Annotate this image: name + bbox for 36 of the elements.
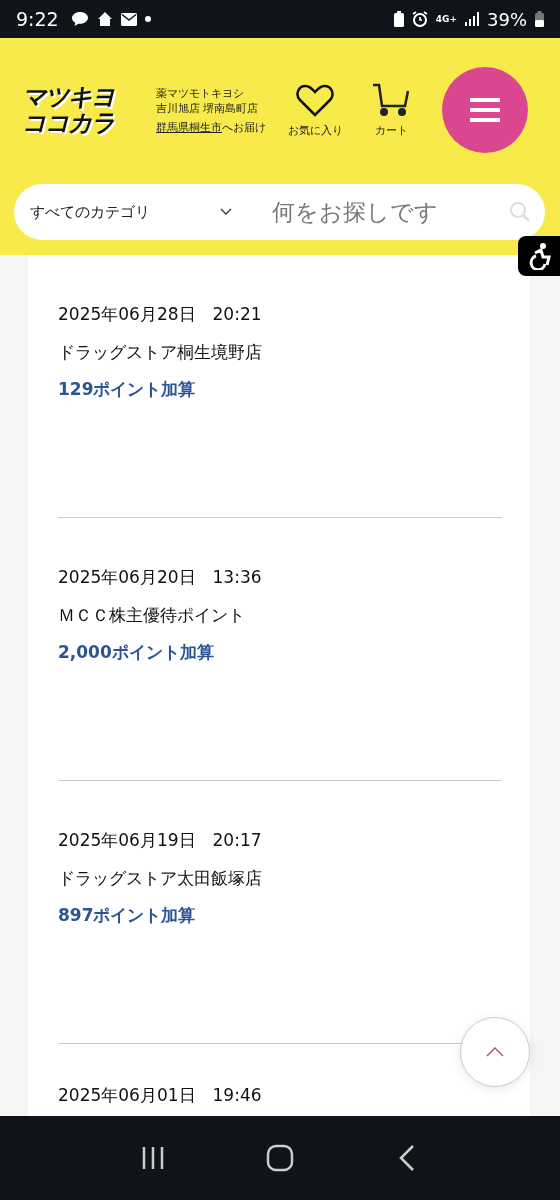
chevron-up-icon: [486, 1047, 504, 1057]
entry-points: 2,000ポイント加算: [58, 641, 215, 664]
chevron-down-icon: [220, 208, 232, 216]
store-name: 吉川旭店 堺南島町店: [156, 100, 260, 116]
status-time: 9:22: [16, 8, 59, 30]
category-dropdown[interactable]: すべてのカテゴリ: [30, 202, 240, 222]
entry-points: 129ポイント加算: [58, 378, 197, 401]
menu-icon: [470, 98, 500, 122]
accessibility-button[interactable]: [518, 236, 560, 276]
signal-icon: [465, 12, 479, 26]
entry-store: ドラッグストア桐生境野店: [58, 341, 263, 364]
delivery-area-link[interactable]: 群馬県桐生市: [156, 119, 222, 135]
chat-bubble-icon: [70, 11, 89, 27]
dot-icon: [144, 16, 151, 22]
cart-button[interactable]: カート: [356, 82, 426, 138]
entry-datetime: 2025年06月28日 20:21: [58, 303, 263, 326]
store-name: 薬マツモトキヨシ: [156, 85, 245, 101]
network-type: 4G+: [435, 14, 457, 24]
battery-percent: 39%: [487, 8, 527, 30]
battery-icon: [535, 11, 544, 27]
entry-points: 897ポイント加算: [58, 904, 197, 927]
cart-icon: [372, 82, 410, 117]
entry-store: ＭＣＣ株主優待ポイント: [58, 604, 246, 627]
delivery-label: へお届け: [222, 119, 266, 135]
mail-icon: [120, 12, 137, 26]
heart-icon: [296, 82, 334, 117]
entry-datetime: 2025年06月20日 13:36: [58, 566, 263, 589]
entry-datetime: 2025年06月01日 19:46: [58, 1084, 263, 1107]
home-icon[interactable]: [266, 1144, 294, 1172]
battery-saver-icon: [393, 11, 404, 27]
entry-datetime: 2025年06月19日 20:17: [58, 829, 263, 852]
entry-store: ドラッグストア太田飯塚店: [58, 867, 263, 890]
favorites-button[interactable]: お気に入り: [280, 82, 350, 138]
logo[interactable]: マツキヨ ココカラ: [22, 84, 134, 136]
home-icon: [96, 11, 113, 27]
alarm-icon: [411, 11, 428, 27]
